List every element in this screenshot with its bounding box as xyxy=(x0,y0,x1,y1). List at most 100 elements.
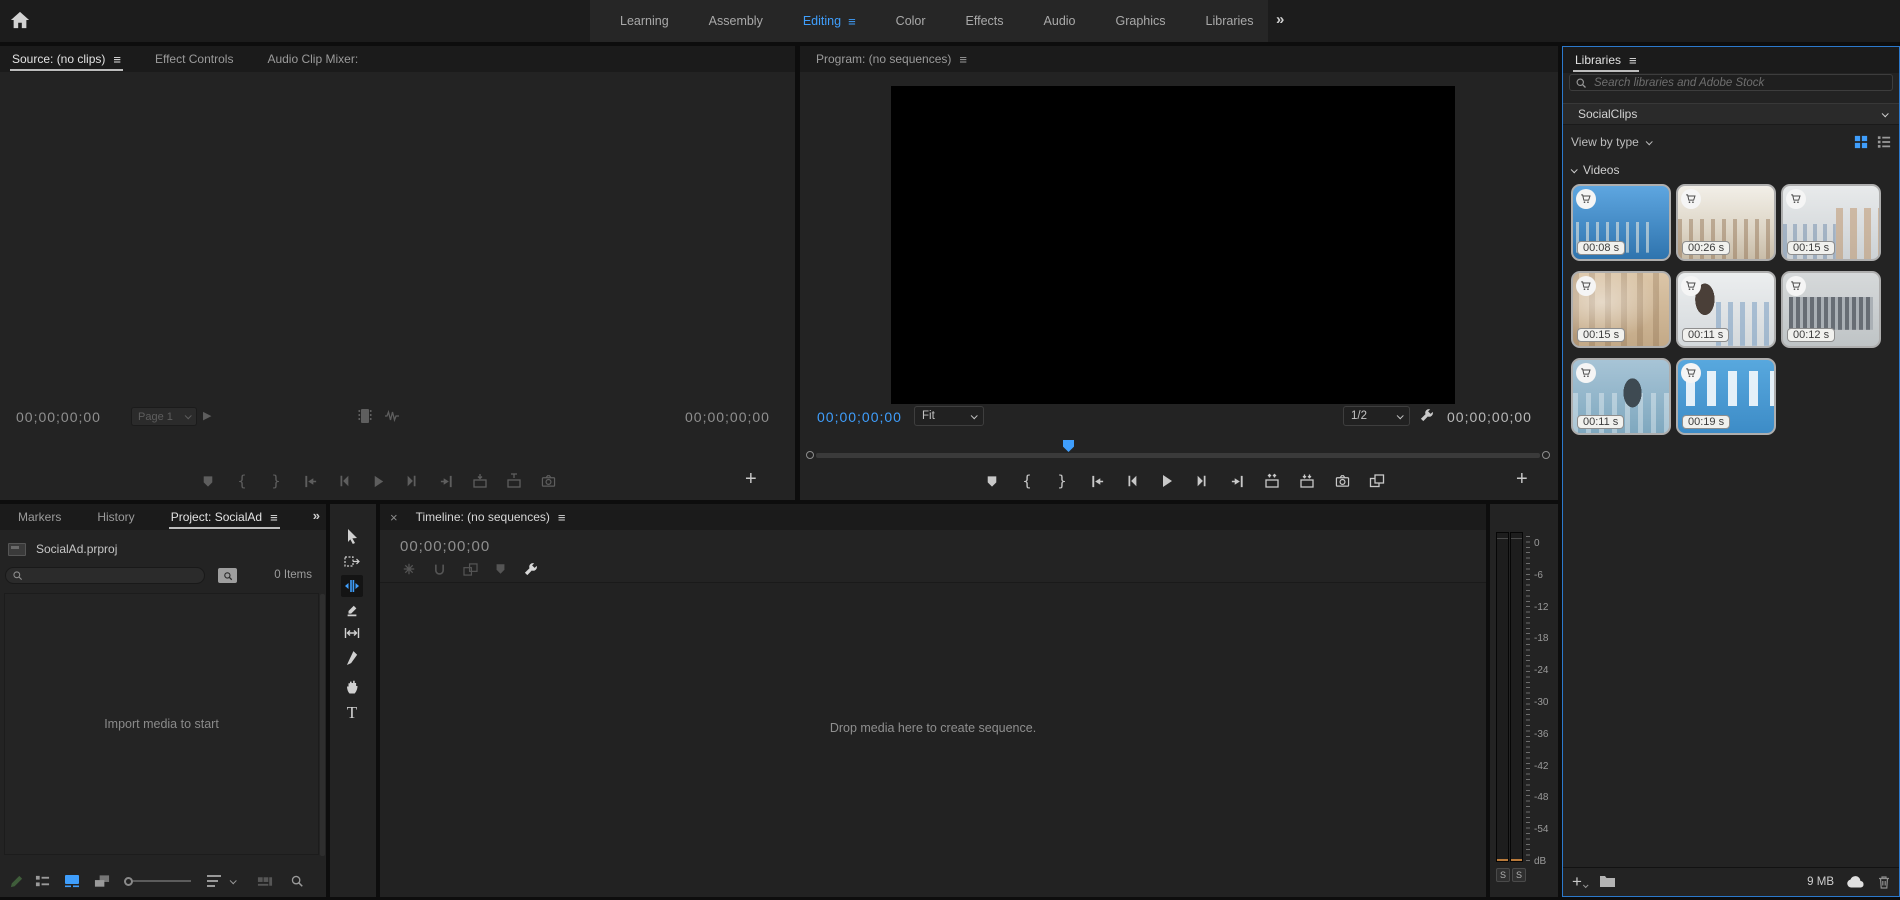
extract-icon[interactable] xyxy=(1299,473,1315,489)
mark-in-icon[interactable]: { xyxy=(1019,473,1035,489)
panel-menu-icon[interactable]: ≡ xyxy=(1629,53,1637,68)
zoom-slider-knob[interactable] xyxy=(124,877,133,886)
page-play-icon[interactable]: ▶ xyxy=(203,409,211,422)
zoom-level-select[interactable]: Fit xyxy=(914,406,984,426)
tab-effect-controls[interactable]: Effect Controls xyxy=(151,46,237,72)
video-card[interactable]: 00:11 s xyxy=(1676,271,1776,348)
project-search-input[interactable] xyxy=(28,569,198,583)
step-forward-icon[interactable] xyxy=(1194,473,1210,489)
button-editor-icon[interactable]: + xyxy=(745,467,757,491)
go-to-out-icon[interactable] xyxy=(438,473,454,489)
grid-view-icon[interactable] xyxy=(1854,135,1868,149)
page-select[interactable]: Page 1 xyxy=(131,407,197,426)
chevron-down-icon[interactable] xyxy=(1645,138,1652,145)
stock-cart-icon[interactable] xyxy=(1576,189,1596,209)
workspace-tab-graphics[interactable]: Graphics xyxy=(1116,14,1166,28)
find-icon[interactable] xyxy=(289,873,305,889)
program-monitor[interactable] xyxy=(891,86,1455,404)
track-select-forward-tool[interactable] xyxy=(341,550,363,572)
step-back-icon[interactable] xyxy=(336,473,352,489)
video-card[interactable]: 00:15 s xyxy=(1781,184,1881,261)
comparison-view-icon[interactable] xyxy=(1369,473,1385,489)
library-search[interactable] xyxy=(1569,74,1893,91)
go-to-out-icon[interactable] xyxy=(1229,473,1245,489)
zoom-slider-rail[interactable] xyxy=(133,880,191,882)
playhead-marker[interactable] xyxy=(1063,440,1074,452)
play-icon[interactable] xyxy=(1159,473,1175,489)
tab-history[interactable]: History xyxy=(93,504,138,530)
video-card[interactable]: 00:08 s xyxy=(1571,184,1671,261)
video-card[interactable]: 00:15 s xyxy=(1571,271,1671,348)
overwrite-icon[interactable] xyxy=(506,473,522,489)
trash-icon[interactable] xyxy=(1878,875,1890,889)
program-timecode[interactable]: 00;00;00;00 xyxy=(817,409,902,425)
drag-audio-icon[interactable] xyxy=(384,408,400,424)
program-scrubber[interactable] xyxy=(806,450,1550,460)
panel-menu-icon[interactable]: ≡ xyxy=(113,52,121,67)
tab-project[interactable]: Project: SocialAd ≡ xyxy=(167,504,282,530)
stock-cart-icon[interactable] xyxy=(1576,363,1596,383)
razor-tool[interactable] xyxy=(341,600,363,622)
list-view-icon[interactable] xyxy=(34,873,50,889)
export-frame-icon[interactable] xyxy=(1334,473,1350,489)
library-select[interactable]: SocialClips xyxy=(1563,103,1899,125)
home-icon[interactable] xyxy=(9,10,33,32)
workspace-menu-icon[interactable]: ≡ xyxy=(848,14,856,29)
export-frame-icon[interactable] xyxy=(540,473,556,489)
zoom-slider[interactable] xyxy=(124,877,191,886)
stock-cart-icon[interactable] xyxy=(1576,276,1596,296)
panel-menu-icon[interactable]: ≡ xyxy=(558,510,566,525)
workspace-overflow-icon[interactable]: » xyxy=(1276,11,1284,28)
view-by-type-label[interactable]: View by type xyxy=(1571,135,1639,149)
mark-out-icon[interactable]: } xyxy=(1054,473,1070,489)
solo-right-button[interactable]: S xyxy=(1512,868,1526,882)
go-to-in-icon[interactable] xyxy=(302,473,318,489)
linked-selection-icon[interactable] xyxy=(463,563,478,576)
workspace-tab-editing[interactable]: Editing≡ xyxy=(803,14,856,29)
slip-tool[interactable] xyxy=(341,622,363,644)
add-marker-icon[interactable] xyxy=(495,563,506,575)
scrollbar[interactable] xyxy=(320,594,325,856)
video-card[interactable]: 00:19 s xyxy=(1676,358,1776,435)
tab-source[interactable]: Source: (no clips) ≡ xyxy=(8,46,125,72)
play-icon[interactable] xyxy=(370,473,386,489)
playback-resolution-select[interactable]: 1/2 xyxy=(1343,406,1410,426)
video-card[interactable]: 00:12 s xyxy=(1781,271,1881,348)
library-search-input[interactable] xyxy=(1592,76,1887,90)
add-marker-icon[interactable] xyxy=(200,473,216,489)
freeform-view-icon[interactable] xyxy=(94,873,110,889)
insert-icon[interactable] xyxy=(472,473,488,489)
drag-video-icon[interactable] xyxy=(358,408,372,424)
workspace-tab-learning[interactable]: Learning xyxy=(620,14,669,28)
stock-cart-icon[interactable] xyxy=(1681,276,1701,296)
panel-menu-icon[interactable]: ≡ xyxy=(959,52,967,67)
type-tool[interactable]: T xyxy=(341,702,363,724)
add-marker-icon[interactable] xyxy=(984,473,1000,489)
snap-magnet-icon[interactable] xyxy=(433,563,446,576)
stock-cart-icon[interactable] xyxy=(1786,189,1806,209)
pen-tool[interactable] xyxy=(341,647,363,669)
icon-view-icon[interactable] xyxy=(64,873,80,889)
go-to-in-icon[interactable] xyxy=(1089,473,1105,489)
ripple-edit-tool[interactable] xyxy=(341,575,363,597)
timeline-timecode[interactable]: 00;00;00;00 xyxy=(400,538,490,555)
timeline-settings-wrench-icon[interactable] xyxy=(523,562,538,577)
add-content-button[interactable]: + xyxy=(1572,872,1587,892)
videos-section-header[interactable]: Videos xyxy=(1563,160,1619,180)
new-library-folder-icon[interactable] xyxy=(1599,875,1616,888)
nest-indicator-icon[interactable] xyxy=(402,562,416,576)
search-bin-button[interactable] xyxy=(218,568,237,583)
workspace-tab-libraries[interactable]: Libraries xyxy=(1206,14,1254,28)
step-forward-icon[interactable] xyxy=(404,473,420,489)
source-timecode[interactable]: 00;00;00;00 xyxy=(16,409,101,425)
workspace-tab-effects[interactable]: Effects xyxy=(966,14,1004,28)
workspace-tab-audio[interactable]: Audio xyxy=(1044,14,1076,28)
stock-cart-icon[interactable] xyxy=(1681,363,1701,383)
tab-audio-clip-mixer[interactable]: Audio Clip Mixer: xyxy=(263,46,362,72)
button-editor-icon[interactable]: + xyxy=(1516,467,1528,491)
solo-left-button[interactable]: S xyxy=(1496,868,1510,882)
stock-cart-icon[interactable] xyxy=(1681,189,1701,209)
stock-cart-icon[interactable] xyxy=(1786,276,1806,296)
mark-in-icon[interactable]: { xyxy=(234,473,250,489)
video-card[interactable]: 00:26 s xyxy=(1676,184,1776,261)
